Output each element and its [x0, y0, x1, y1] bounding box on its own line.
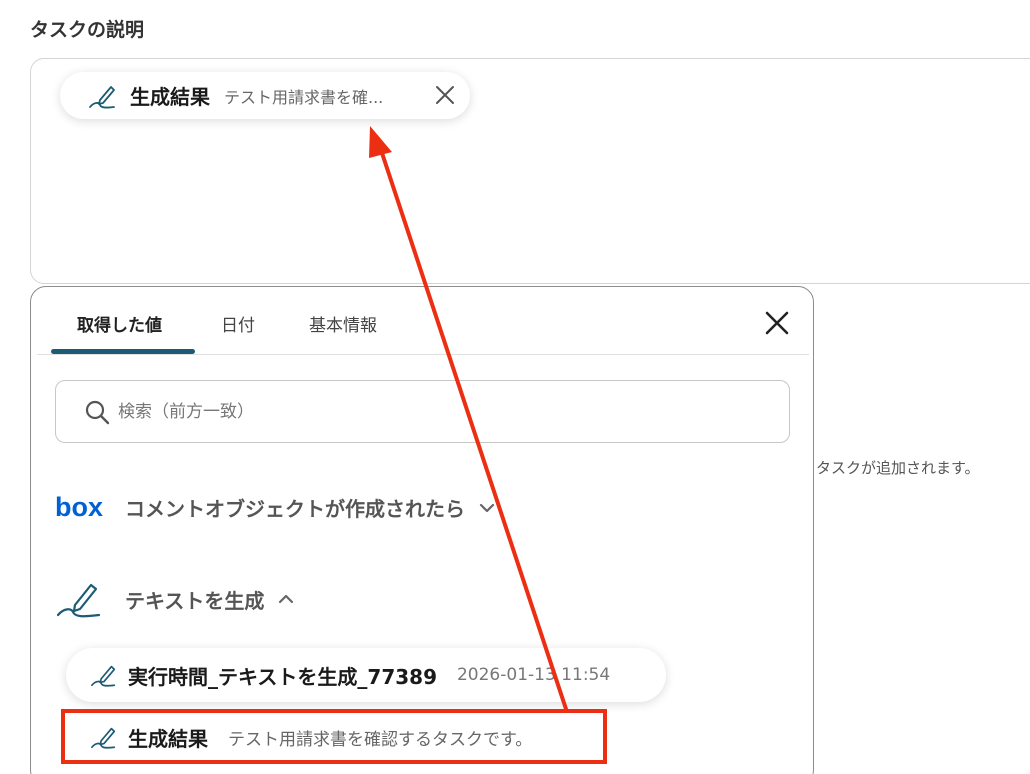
pen-icon	[89, 85, 115, 108]
active-tab-indicator	[51, 349, 195, 354]
pen-icon	[56, 583, 101, 618]
item-value: 2026-01-13 11:54	[456, 665, 611, 685]
pen-icon	[91, 665, 116, 687]
chip-value: テスト用請求書を確...	[224, 87, 384, 107]
selected-value-chip[interactable]: 生成結果 テスト用請求書を確...	[60, 72, 470, 119]
pen-icon	[91, 727, 116, 749]
chevron-up-icon	[279, 594, 294, 604]
group-generate-text[interactable]: テキストを生成	[55, 577, 296, 621]
item-label: 生成結果	[128, 726, 208, 751]
item-label: 実行時間_テキストを生成_77389	[128, 664, 437, 689]
box-logo-text: box	[55, 494, 103, 522]
search-icon	[85, 400, 110, 424]
box-logo-icon: box	[55, 494, 103, 522]
item-value: テスト用請求書を確認するタスクです。	[228, 729, 533, 750]
group-label: コメントオブジェクトが作成されたら	[125, 497, 465, 521]
chip-label: 生成結果	[130, 85, 210, 109]
section-title: タスクの説明	[30, 19, 145, 41]
value-item-generated-result[interactable]: 生成結果 テスト用請求書を確認するタスクです。	[66, 712, 602, 762]
group-comment-created[interactable]: box コメントオブジェクトが作成されたら	[55, 493, 497, 522]
search-field[interactable]	[55, 380, 790, 443]
close-icon[interactable]	[763, 309, 791, 337]
tab-date[interactable]: 日付	[221, 311, 255, 336]
value-item-execution-time[interactable]: 実行時間_テキストを生成_77389 2026-01-13 11:54	[66, 648, 666, 702]
group-label: テキストを生成	[125, 588, 265, 613]
tab-basic-info[interactable]: 基本情報	[309, 311, 377, 336]
tab-acquired-values[interactable]: 取得した値	[77, 311, 162, 336]
chevron-down-icon	[479, 503, 495, 512]
close-icon[interactable]	[434, 84, 456, 106]
search-input[interactable]	[118, 401, 718, 422]
helper-text: タスクが追加されます。	[816, 459, 980, 477]
tab-bar: 取得した値 日付 基本情報	[37, 287, 809, 355]
